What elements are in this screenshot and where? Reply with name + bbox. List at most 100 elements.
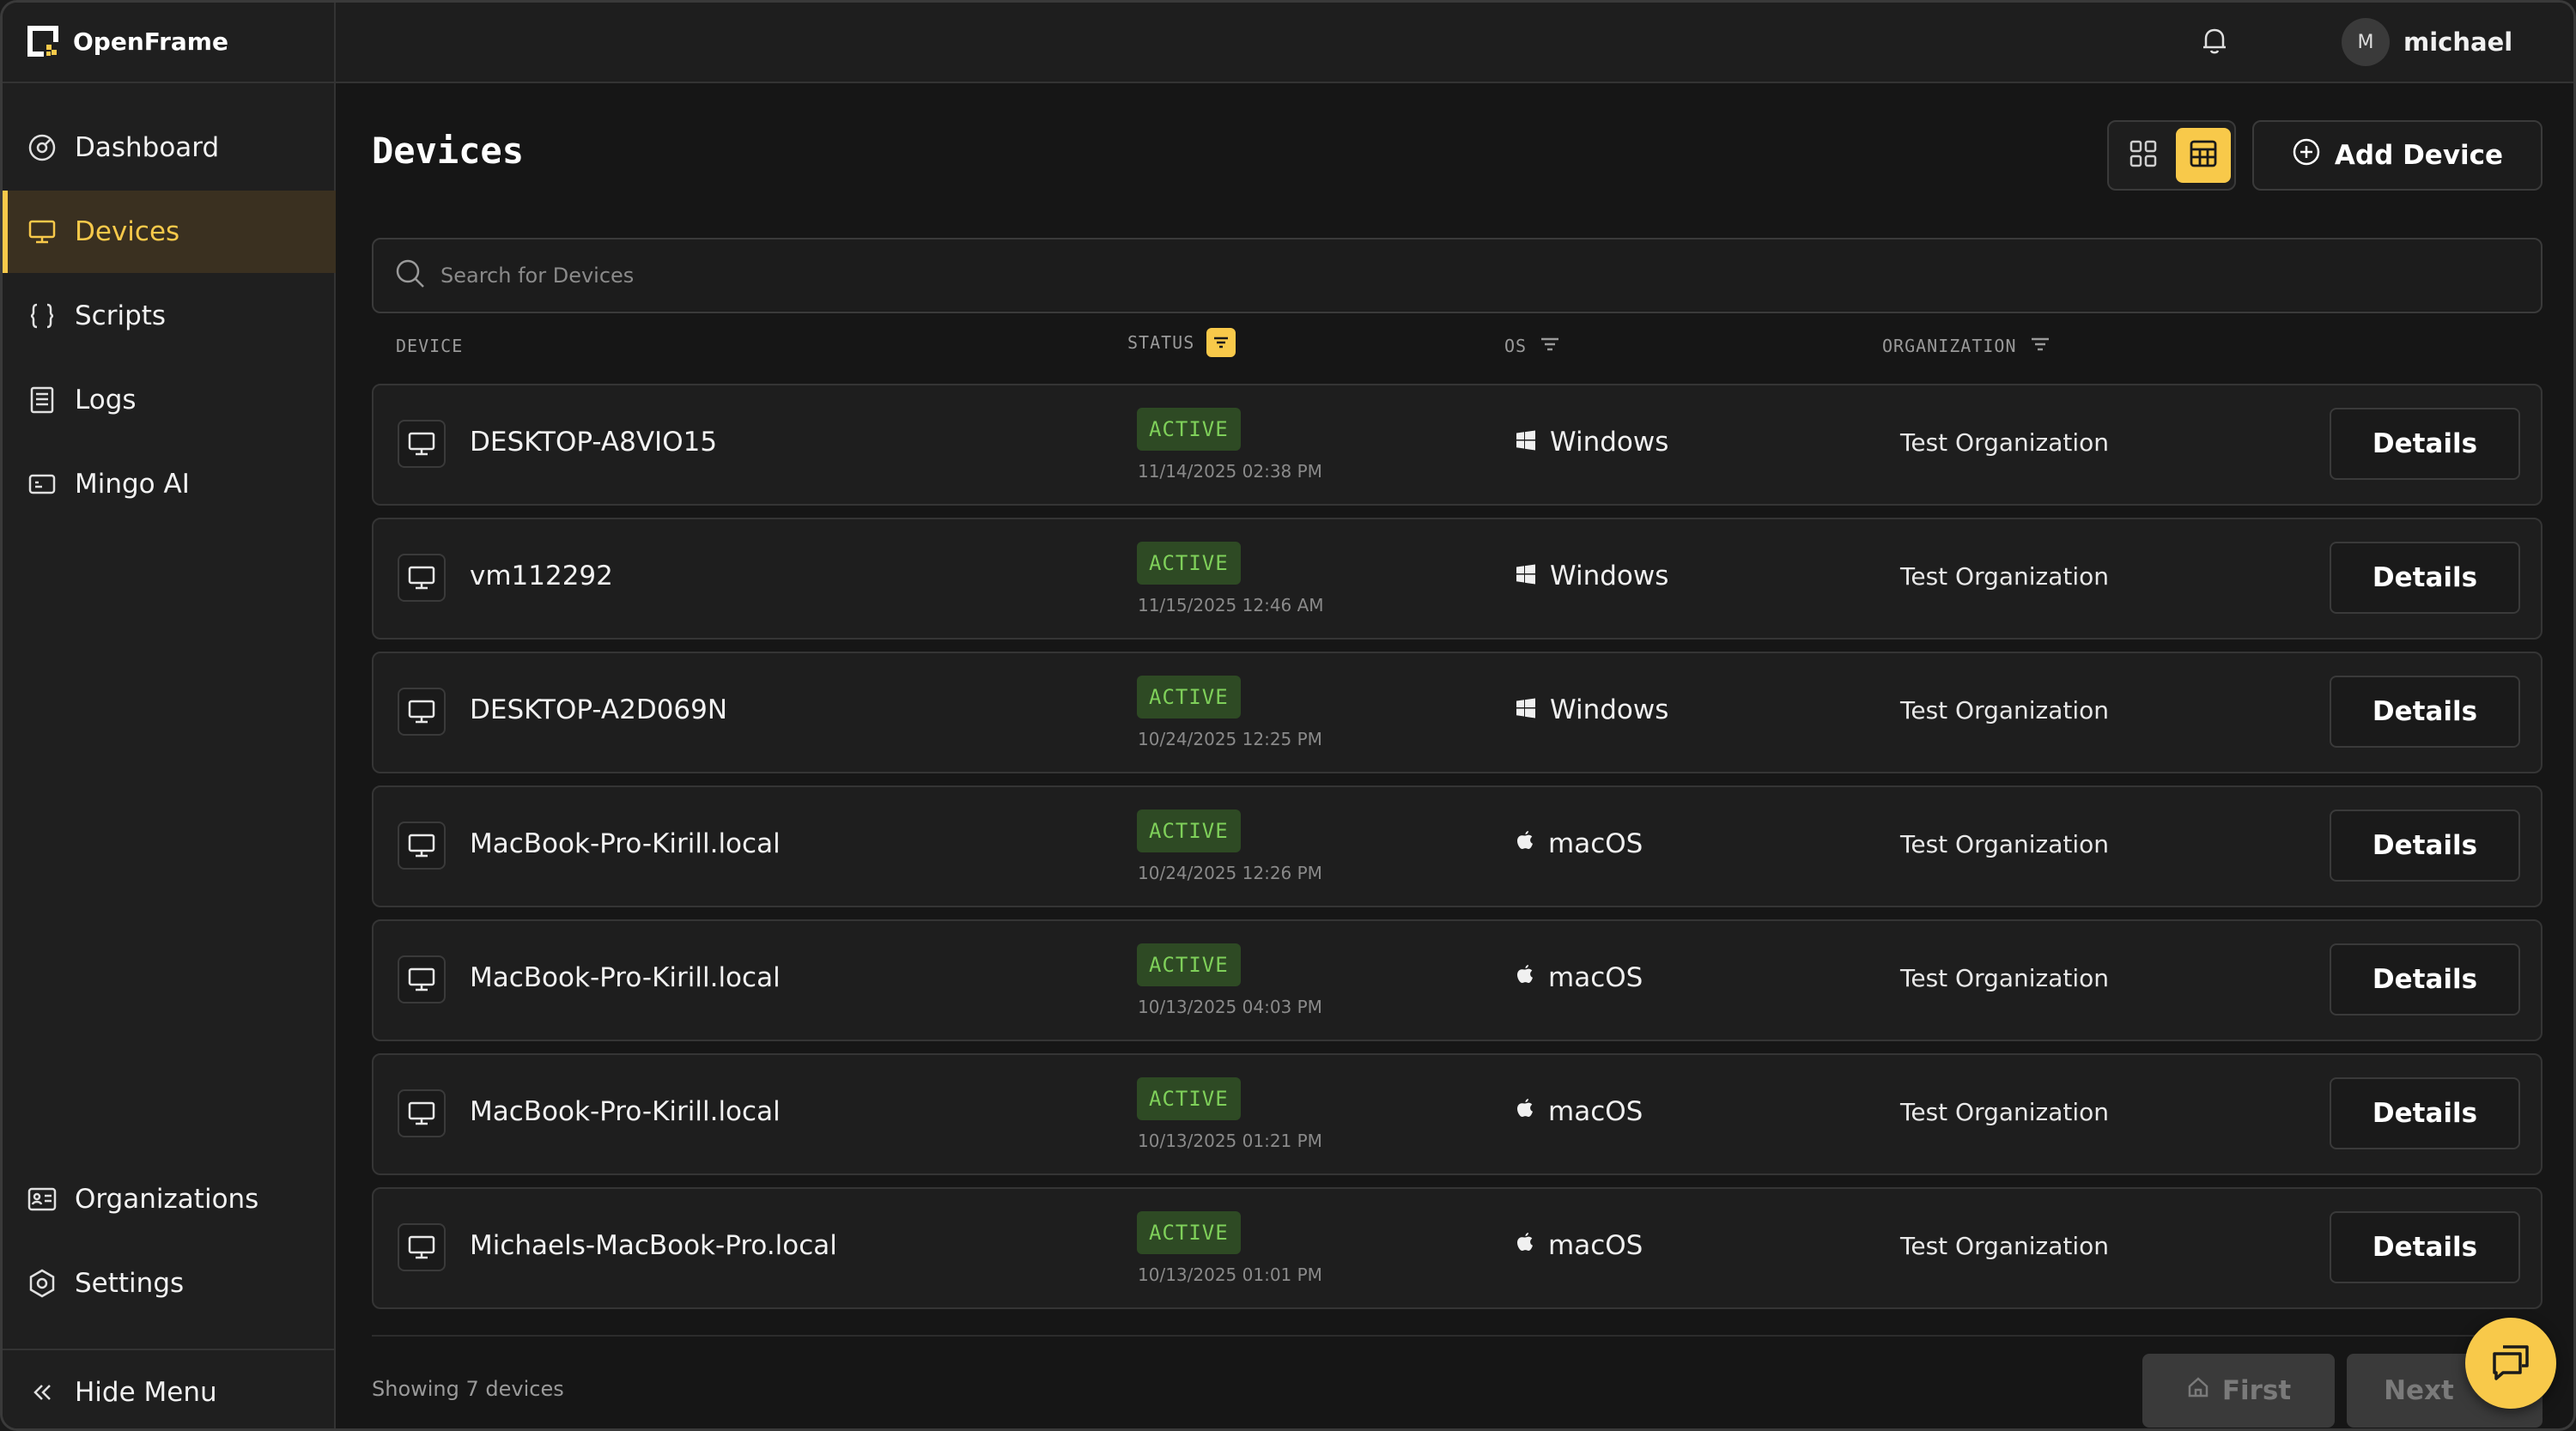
device-list: DESKTOP-A8VIO15 ACTIVE 11/14/2025 02:38 … bbox=[372, 384, 2543, 1321]
device-monitor-icon bbox=[398, 822, 446, 870]
os-cell: macOS bbox=[1516, 828, 1643, 859]
grid-view-icon bbox=[2129, 139, 2158, 172]
organization-name: Test Organization bbox=[1900, 696, 2110, 725]
table-row[interactable]: MacBook-Pro-Kirill.local ACTIVE 10/13/20… bbox=[372, 1053, 2543, 1175]
details-label: Details bbox=[2372, 562, 2478, 593]
view-toggle bbox=[2107, 120, 2236, 191]
last-seen-time: 10/24/2025 12:25 PM bbox=[1138, 729, 1322, 749]
search-bar bbox=[372, 238, 2543, 313]
organization-name: Test Organization bbox=[1900, 562, 2110, 591]
organization-name: Test Organization bbox=[1900, 428, 2110, 457]
sidebar-item-label: Mingo AI bbox=[75, 469, 190, 500]
sidebar-item-scripts[interactable]: Scripts bbox=[3, 275, 336, 357]
sidebar: OpenFrame Dashboard Devices Scripts Logs… bbox=[3, 3, 336, 1428]
add-device-label: Add Device bbox=[2334, 140, 2504, 171]
sidebar-item-label: Settings bbox=[75, 1268, 185, 1299]
list-divider bbox=[372, 1335, 2543, 1337]
last-seen-time: 10/13/2025 04:03 PM bbox=[1138, 997, 1322, 1017]
device-name[interactable]: DESKTOP-A8VIO15 bbox=[470, 427, 717, 458]
column-label: DEVICE bbox=[396, 336, 464, 356]
details-button[interactable]: Details bbox=[2330, 408, 2520, 480]
filter-icon[interactable] bbox=[1539, 335, 1561, 358]
sidebar-item-logs[interactable]: Logs bbox=[3, 359, 336, 441]
device-monitor-icon bbox=[398, 688, 446, 736]
device-monitor-icon bbox=[398, 955, 446, 1004]
search-input[interactable] bbox=[440, 264, 2541, 288]
device-monitor-icon bbox=[398, 1089, 446, 1137]
sidebar-item-mingo-ai[interactable]: Mingo AI bbox=[3, 443, 336, 525]
first-page-button[interactable]: First bbox=[2142, 1354, 2335, 1428]
details-label: Details bbox=[2372, 964, 2478, 995]
home-icon bbox=[2186, 1375, 2210, 1406]
showing-count: Showing 7 devices bbox=[372, 1377, 564, 1401]
organization-name: Test Organization bbox=[1900, 830, 2110, 858]
dashboard-icon bbox=[27, 132, 58, 163]
details-button[interactable]: Details bbox=[2330, 542, 2520, 614]
column-header-os[interactable]: OS bbox=[1504, 334, 1561, 358]
device-monitor-icon bbox=[398, 420, 446, 468]
device-name[interactable]: Michaels-MacBook-Pro.local bbox=[470, 1230, 837, 1261]
app-name: OpenFrame bbox=[73, 27, 228, 56]
device-name[interactable]: vm112292 bbox=[470, 561, 613, 591]
openframe-logo-icon bbox=[25, 23, 61, 59]
apple-icon bbox=[1516, 962, 1534, 993]
search-icon bbox=[394, 258, 427, 294]
avatar: M bbox=[2342, 18, 2390, 66]
double-chevron-left-icon bbox=[27, 1377, 58, 1408]
add-device-button[interactable]: Add Device bbox=[2252, 120, 2543, 191]
device-name[interactable]: MacBook-Pro-Kirill.local bbox=[470, 962, 781, 993]
device-name[interactable]: DESKTOP-A2D069N bbox=[470, 694, 727, 725]
bell-icon[interactable] bbox=[2197, 23, 2232, 58]
filter-icon[interactable] bbox=[1206, 328, 1236, 357]
status-badge: ACTIVE bbox=[1137, 676, 1241, 719]
table-row[interactable]: vm112292 ACTIVE 11/15/2025 12:46 AM Wind… bbox=[372, 518, 2543, 640]
sidebar-item-devices[interactable]: Devices bbox=[3, 191, 336, 273]
status-badge: ACTIVE bbox=[1137, 542, 1241, 585]
sidebar-item-settings[interactable]: Settings bbox=[3, 1242, 336, 1325]
column-header-status[interactable]: STATUS bbox=[1127, 328, 1236, 357]
details-label: Details bbox=[2372, 696, 2478, 727]
apple-icon bbox=[1516, 828, 1534, 859]
details-label: Details bbox=[2372, 1098, 2478, 1129]
os-cell: Windows bbox=[1516, 561, 1668, 591]
details-button[interactable]: Details bbox=[2330, 809, 2520, 882]
table-row[interactable]: DESKTOP-A2D069N ACTIVE 10/24/2025 12:25 … bbox=[372, 652, 2543, 773]
sidebar-item-label: Dashboard bbox=[75, 132, 220, 163]
details-label: Details bbox=[2372, 1232, 2478, 1263]
device-monitor-icon bbox=[398, 554, 446, 602]
chat-button[interactable] bbox=[2465, 1318, 2556, 1409]
details-button[interactable]: Details bbox=[2330, 1211, 2520, 1283]
os-name: macOS bbox=[1548, 1096, 1643, 1127]
table-view-icon bbox=[2188, 138, 2219, 173]
os-cell: macOS bbox=[1516, 1096, 1643, 1127]
table-row[interactable]: Michaels-MacBook-Pro.local ACTIVE 10/13/… bbox=[372, 1187, 2543, 1309]
column-header-device[interactable]: DEVICE bbox=[396, 334, 463, 358]
user-menu[interactable]: M michael bbox=[2342, 18, 2512, 66]
table-row[interactable]: DESKTOP-A8VIO15 ACTIVE 11/14/2025 02:38 … bbox=[372, 384, 2543, 506]
os-name: Windows bbox=[1550, 427, 1669, 458]
table-row[interactable]: MacBook-Pro-Kirill.local ACTIVE 10/13/20… bbox=[372, 919, 2543, 1041]
os-name: macOS bbox=[1548, 1230, 1643, 1261]
hide-menu-label: Hide Menu bbox=[75, 1376, 217, 1408]
sidebar-item-label: Logs bbox=[75, 385, 137, 415]
organization-name: Test Organization bbox=[1900, 1098, 2110, 1126]
details-button[interactable]: Details bbox=[2330, 943, 2520, 1016]
details-button[interactable]: Details bbox=[2330, 1077, 2520, 1149]
page-title: Devices bbox=[372, 130, 525, 172]
hide-menu-button[interactable]: Hide Menu bbox=[3, 1350, 336, 1428]
device-name[interactable]: MacBook-Pro-Kirill.local bbox=[470, 828, 781, 859]
details-label: Details bbox=[2372, 428, 2478, 459]
column-header-organization[interactable]: ORGANIZATION bbox=[1882, 334, 2051, 358]
sidebar-item-organizations[interactable]: Organizations bbox=[3, 1158, 336, 1240]
table-view-button[interactable] bbox=[2176, 128, 2231, 183]
device-monitor-icon bbox=[398, 1223, 446, 1271]
grid-view-button[interactable] bbox=[2116, 128, 2171, 183]
device-name[interactable]: MacBook-Pro-Kirill.local bbox=[470, 1096, 781, 1127]
sidebar-item-dashboard[interactable]: Dashboard bbox=[3, 106, 336, 189]
filter-icon[interactable] bbox=[2029, 335, 2051, 358]
details-button[interactable]: Details bbox=[2330, 676, 2520, 748]
table-row[interactable]: MacBook-Pro-Kirill.local ACTIVE 10/24/20… bbox=[372, 785, 2543, 907]
app-logo[interactable]: OpenFrame bbox=[25, 21, 228, 61]
windows-icon bbox=[1516, 427, 1536, 458]
os-name: Windows bbox=[1550, 561, 1669, 591]
